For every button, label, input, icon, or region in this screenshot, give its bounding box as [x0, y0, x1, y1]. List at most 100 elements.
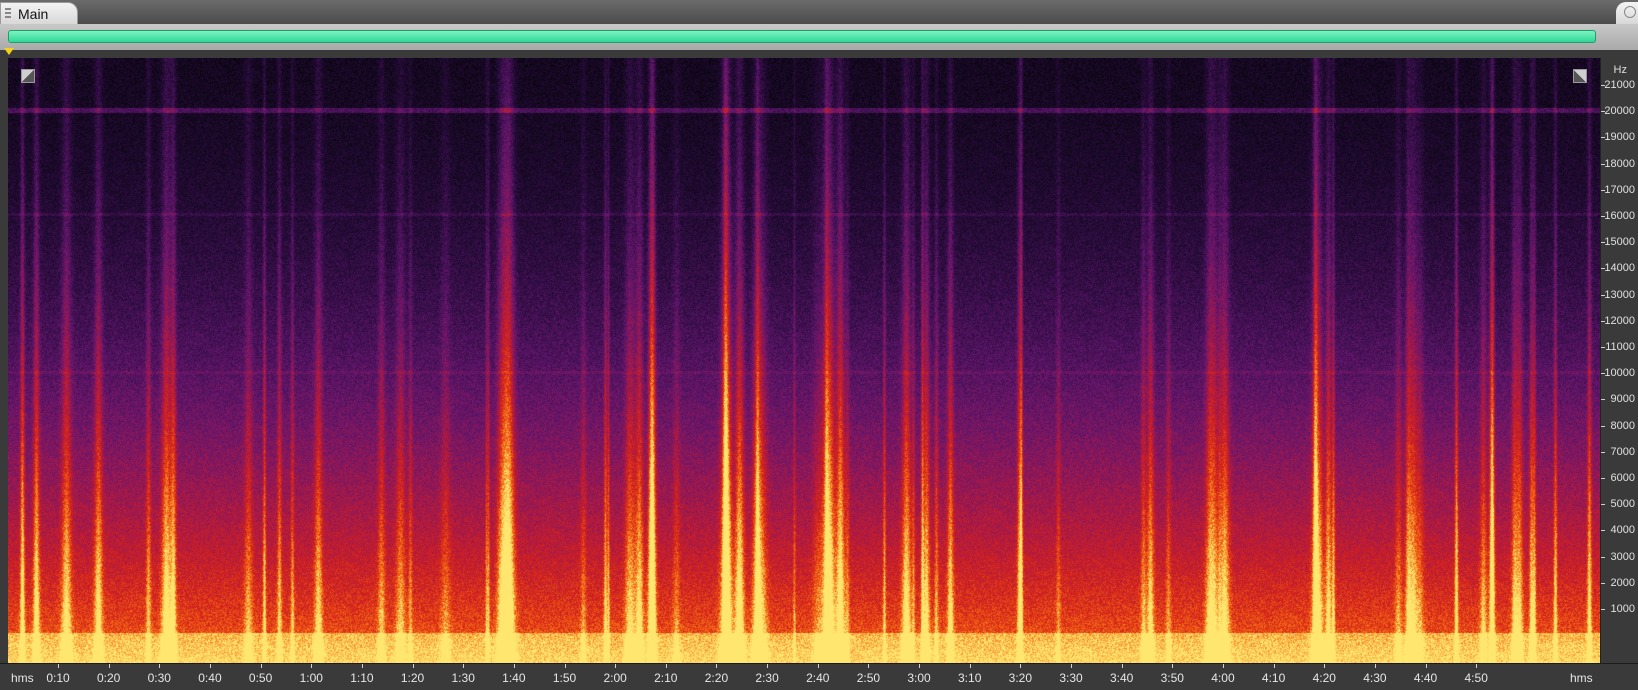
time-tick-label: 1:50	[552, 671, 577, 685]
time-tick-label: 1:40	[502, 671, 526, 685]
frequency-tick-mark	[1601, 216, 1605, 217]
time-tick-mark	[108, 664, 110, 668]
time-tick-mark	[412, 664, 414, 668]
frequency-tick-label: 17000	[1604, 183, 1635, 196]
frequency-tick-mark	[1601, 268, 1605, 270]
frequency-tick-mark	[1601, 530, 1605, 532]
time-tick-mark	[1425, 664, 1427, 668]
frequency-tick-label: 9000	[1610, 393, 1635, 406]
frequency-tick-mark	[1601, 163, 1605, 165]
spectrogram-view[interactable]	[8, 58, 1600, 663]
spectral-editor-window: Main Hz 21000 20000 19000 18000 17000 16000 15…	[0, 0, 1638, 690]
time-tick-label: 4:10	[1261, 671, 1286, 685]
time-tick-mark	[969, 664, 971, 668]
time-tick-mark	[1121, 664, 1123, 668]
frequency-tick-mark	[1601, 294, 1605, 296]
time-tick-mark	[159, 664, 161, 668]
time-tick-label: 4:00	[1211, 671, 1235, 685]
frequency-tick-mark	[1601, 399, 1605, 401]
frequency-tick-label: 4000	[1610, 524, 1635, 537]
frequency-tick-label: 19000	[1604, 131, 1635, 144]
time-tick-mark	[463, 664, 465, 668]
time-tick-mark	[1172, 664, 1174, 668]
time-tick-mark	[1071, 664, 1072, 668]
frequency-tick-mark	[1601, 85, 1605, 86]
time-tick-label: 3:20	[1008, 671, 1033, 685]
time-tick-label: 0:50	[248, 671, 273, 685]
time-tick-label: 4:50	[1464, 671, 1488, 685]
zoom-corner-right-icon[interactable]	[1573, 69, 1587, 83]
time-tick-mark	[1476, 664, 1478, 668]
time-tick-label: 3:50	[1160, 671, 1184, 685]
tab-main[interactable]: Main	[0, 2, 78, 24]
time-tick-mark	[361, 664, 363, 668]
tab-main-label: Main	[18, 6, 49, 22]
time-unit-label-right: hms	[1570, 671, 1593, 685]
frequency-tick-mark	[1601, 189, 1605, 191]
spectrogram-canvas[interactable]	[8, 58, 1600, 663]
frequency-tick-mark	[1601, 137, 1605, 139]
time-ruler[interactable]: hms hms 0:10 0:20 0:30 0:40 0:50 1:00 1:10 1:20…	[0, 663, 1638, 690]
time-tick-label: 4:30	[1363, 671, 1387, 685]
time-tick-mark	[1374, 664, 1376, 668]
time-tick-mark	[564, 664, 566, 668]
time-tick-label: 3:40	[1109, 671, 1134, 685]
frequency-tick-mark	[1601, 478, 1605, 479]
frequency-tick-label: 2000	[1610, 576, 1635, 589]
time-tick-label: 2:40	[806, 671, 830, 685]
time-tick-mark	[767, 664, 769, 668]
time-tick-mark	[868, 664, 870, 668]
overview-bar[interactable]	[0, 24, 1638, 50]
frequency-ruler[interactable]: Hz 21000 20000 19000 18000 17000 16000 15000 14…	[1600, 58, 1638, 663]
frequency-tick-label: 1000	[1610, 603, 1635, 615]
frequency-tick-label: 5000	[1610, 498, 1635, 511]
frequency-tick-label: 8000	[1610, 419, 1635, 432]
time-tick-label: 0:40	[198, 671, 222, 685]
time-tick-label: 3:10	[958, 671, 982, 685]
frequency-tick-mark	[1601, 242, 1605, 244]
time-tick-mark	[665, 664, 667, 668]
time-tick-mark	[209, 664, 211, 668]
time-tick-label: 1:00	[299, 671, 323, 685]
frequency-tick-label: 10000	[1604, 367, 1635, 380]
time-tick-label: 1:10	[350, 671, 374, 685]
time-tick-label: 1:30	[451, 671, 475, 685]
frequency-tick-label: 16000	[1604, 210, 1635, 222]
frequency-tick-label: 20000	[1604, 105, 1635, 118]
tab-strip: Main	[0, 0, 1638, 24]
frequency-tick-mark	[1601, 582, 1605, 584]
playhead-marker-icon[interactable]	[4, 48, 14, 55]
frequency-tick-mark	[1601, 451, 1605, 453]
frequency-tick-label: 18000	[1604, 157, 1635, 170]
frequency-tick-label: 21000	[1604, 79, 1635, 91]
time-tick-label: 4:40	[1413, 671, 1438, 685]
time-tick-mark	[716, 664, 718, 668]
panel-options-button[interactable]	[1616, 2, 1638, 24]
zoom-corner-left-icon[interactable]	[21, 69, 35, 83]
frequency-tick-mark	[1601, 373, 1605, 375]
frequency-tick-label: 11000	[1605, 341, 1635, 353]
frequency-tick-label: 15000	[1604, 236, 1635, 249]
overview-visible-range[interactable]	[8, 30, 1596, 43]
frequency-unit-label: Hz	[1613, 64, 1627, 76]
frequency-tick-label: 6000	[1610, 472, 1635, 484]
frequency-tick-label: 13000	[1604, 288, 1635, 301]
time-tick-label: 0:30	[147, 671, 171, 685]
frequency-tick-label: 14000	[1604, 262, 1635, 275]
frequency-tick-label: 7000	[1610, 445, 1635, 458]
time-tick-label: 3:30	[1059, 671, 1083, 685]
time-tick-mark	[260, 664, 262, 668]
time-tick-label: 0:10	[46, 671, 70, 685]
time-tick-label: 3:00	[907, 671, 931, 685]
time-tick-label: 2:30	[755, 671, 779, 685]
time-unit-label-left: hms	[11, 671, 34, 685]
time-tick-mark	[817, 664, 819, 668]
time-tick-label: 2:10	[654, 671, 678, 685]
frequency-tick-label: 3000	[1610, 550, 1635, 563]
drag-grip-icon[interactable]	[5, 8, 11, 20]
frequency-tick-mark	[1601, 347, 1605, 348]
frequency-tick-mark	[1601, 504, 1605, 506]
time-tick-mark	[1020, 664, 1022, 668]
time-tick-mark	[1222, 664, 1224, 668]
frequency-tick-mark	[1601, 320, 1605, 322]
